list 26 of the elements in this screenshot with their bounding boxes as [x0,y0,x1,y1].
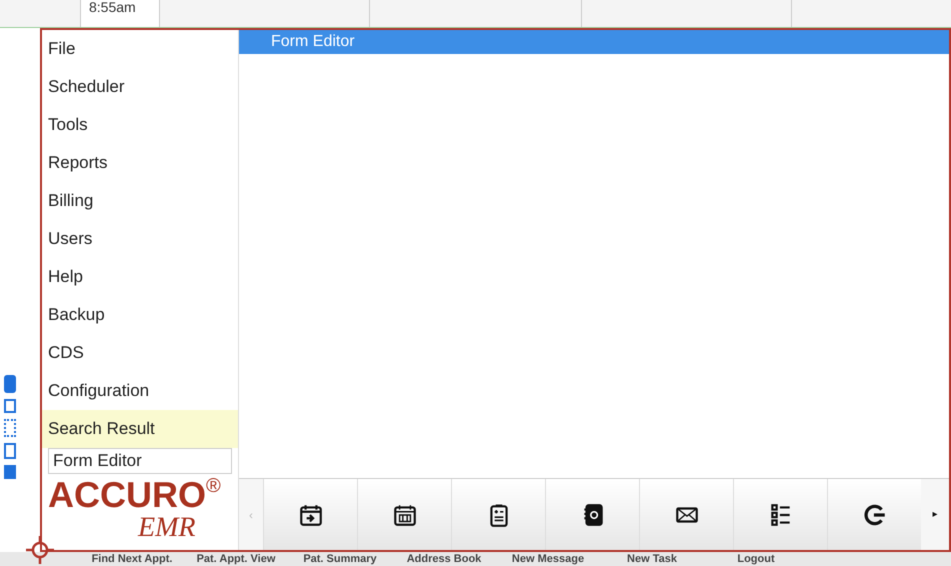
time-cell: 8:55am [80,0,160,27]
toolbar-label: Pat. Summary [302,552,378,566]
toolbar-button[interactable] [545,479,639,550]
toolbar-label: Logout [736,552,776,566]
toolbar-label: Pat. Appt. View [196,552,276,566]
scroll-right-button[interactable]: ▸ [921,479,949,550]
toolbar-label: Address Book [406,552,482,566]
toolbar-button[interactable] [733,479,827,550]
sidebar-icon[interactable] [4,443,16,459]
toolbar-label: New Task [626,552,678,566]
logo-brand: ACCURO [48,476,206,514]
logo-subtitle: EMR [138,514,197,542]
logout-icon [862,502,888,528]
toolbar-button[interactable] [451,479,545,550]
sidebar-icon[interactable] [4,399,16,413]
search-field[interactable]: Form Editor [48,448,232,474]
toolbar-button[interactable] [639,479,733,550]
registered-mark: ® [206,476,221,496]
menu-item[interactable]: Search Result [42,410,238,448]
sidebar-icon[interactable] [4,375,16,393]
toolbar-label: Find Next Appt. [90,552,174,566]
toolbar-label: New Message [510,552,586,566]
toolbar-button[interactable] [263,479,357,550]
toolbar-button[interactable] [827,479,921,550]
sidebar-icon[interactable] [4,419,16,437]
toolbar-button[interactable] [357,479,451,550]
